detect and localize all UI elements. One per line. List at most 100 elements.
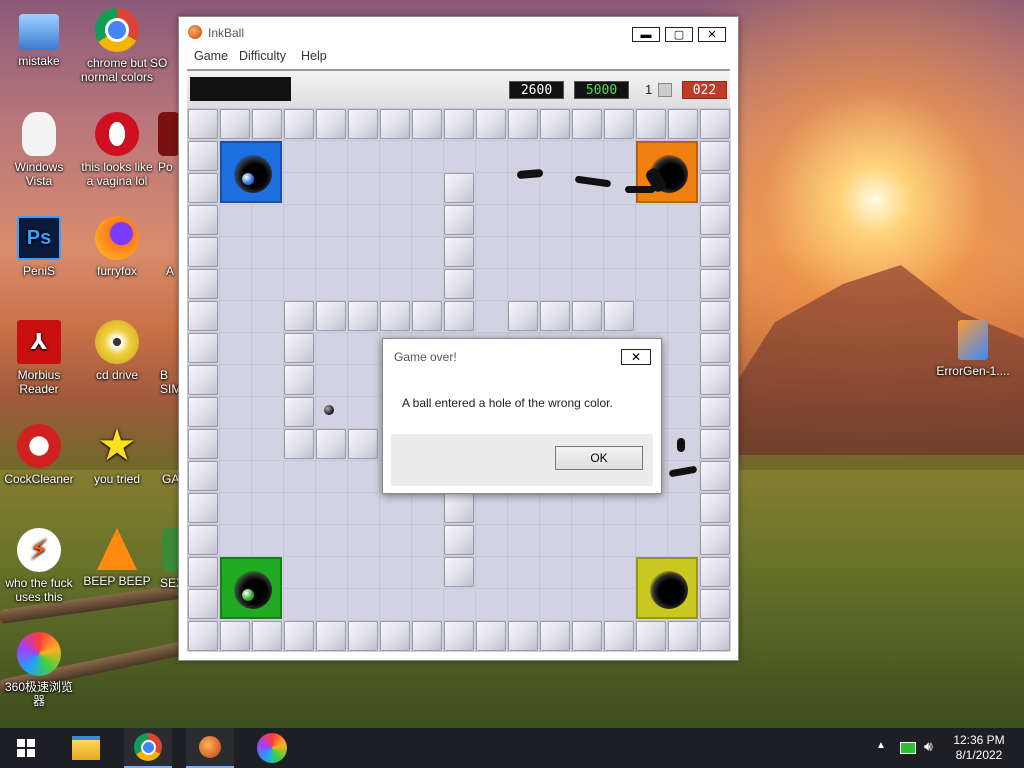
wall-tile xyxy=(476,109,506,139)
game-over-dialog[interactable]: Game over! ✕ A ball entered a hole of th… xyxy=(382,338,662,494)
browser-360-icon xyxy=(17,632,61,676)
menu-difficulty[interactable]: Difficulty xyxy=(239,49,286,63)
wall-tile xyxy=(188,365,218,395)
start-button[interactable] xyxy=(2,728,50,768)
dialog-close-button[interactable]: ✕ xyxy=(621,349,651,365)
wall-tile xyxy=(572,301,602,331)
wall-tile xyxy=(700,493,730,523)
firefox-icon xyxy=(95,216,139,260)
inkball-icon xyxy=(188,25,202,39)
window-titlebar[interactable]: InkBall ▬ ▢ ✕ xyxy=(179,17,738,47)
tray-chevron-icon[interactable]: ▲ xyxy=(876,740,886,751)
timer-display: 022 xyxy=(682,81,727,99)
wall-tile xyxy=(284,621,314,651)
hole-pit xyxy=(234,155,272,193)
wall-tile xyxy=(380,621,410,651)
ink-stroke xyxy=(625,186,655,193)
desktop-icon-so[interactable]: SO xyxy=(150,8,180,70)
wall-tile xyxy=(604,621,634,651)
wall-tile xyxy=(700,173,730,203)
desktop-icon-360-browser[interactable]: 360极速浏览器 xyxy=(0,632,78,708)
wall-tile xyxy=(444,557,474,587)
wall-tile xyxy=(700,557,730,587)
wall-tile xyxy=(348,301,378,331)
photoshop-icon: Ps xyxy=(17,216,61,260)
wall-tile xyxy=(348,109,378,139)
taskbar-360-browser[interactable] xyxy=(248,728,296,768)
desktop-icon-po[interactable]: Po xyxy=(158,112,180,174)
yellow-hole xyxy=(636,557,698,619)
taskbar-file-explorer[interactable] xyxy=(62,728,110,768)
desktop-icon-label: Morbius Reader xyxy=(17,368,61,396)
wall-tile xyxy=(284,397,314,427)
maximize-button[interactable]: ▢ xyxy=(665,27,693,42)
chrome-icon xyxy=(134,733,162,761)
wall-tile xyxy=(700,141,730,171)
wall-tile xyxy=(380,109,410,139)
wall-tile xyxy=(188,589,218,619)
hole-pit xyxy=(650,571,688,609)
desktop-icon-furryfox[interactable]: furryfox xyxy=(78,216,156,278)
volume-icon[interactable]: 🔊︎ xyxy=(924,738,933,755)
desktop-icon-beep-beep[interactable]: BEEP BEEP xyxy=(78,528,156,588)
ccleaner-icon xyxy=(17,424,61,468)
wall-tile xyxy=(284,109,314,139)
chrome-icon xyxy=(95,8,139,52)
start-icon xyxy=(17,739,35,757)
menu-game[interactable]: Game xyxy=(194,49,228,63)
battery-icon[interactable] xyxy=(900,742,916,754)
taskbar-inkball[interactable] xyxy=(186,728,234,768)
wall-tile xyxy=(284,365,314,395)
minimize-button[interactable]: ▬ xyxy=(632,27,660,42)
wall-tile xyxy=(188,397,218,427)
score-display: 2600 xyxy=(509,81,564,99)
desktop-icon-errorgen[interactable]: ErrorGen-1.... xyxy=(934,320,1012,378)
wall-tile xyxy=(188,621,218,651)
wall-tile xyxy=(636,621,666,651)
desktop-icon-label: SO xyxy=(150,56,168,70)
desktop-icon-who-uses-this[interactable]: ⚡ who the fuck uses this xyxy=(0,528,78,604)
star-icon: ★ xyxy=(97,421,137,470)
wall-tile xyxy=(700,429,730,459)
desktop-icon-mistake[interactable]: mistake xyxy=(0,8,78,68)
menu-help[interactable]: Help xyxy=(301,49,327,63)
wall-tile xyxy=(476,621,506,651)
wall-tile xyxy=(220,621,250,651)
desktop-icon-label: furryfox xyxy=(96,264,137,278)
score-bar: 2600 5000 1 022 xyxy=(187,69,730,111)
desktop-icon-label: Po xyxy=(158,160,173,174)
opera-icon xyxy=(95,112,139,156)
wall-tile xyxy=(316,429,346,459)
wall-tile xyxy=(188,557,218,587)
wall-tile xyxy=(188,205,218,235)
desktop-icon-penis[interactable]: Ps PeniS xyxy=(0,216,78,278)
wall-tile xyxy=(188,429,218,459)
desktop-icon-cd-drive[interactable]: cd drive xyxy=(78,320,156,382)
wall-tile xyxy=(284,429,314,459)
wall-tile xyxy=(700,237,730,267)
dialog-title: Game over! xyxy=(394,350,457,364)
desktop-icon-opera[interactable]: this looks like a vagina lol xyxy=(78,112,156,188)
desktop-icon-windows-vista[interactable]: Windows Vista xyxy=(0,112,78,188)
cd-drive-icon xyxy=(95,320,139,364)
desktop-icon-label: you tried xyxy=(93,472,141,486)
wall-tile xyxy=(252,621,282,651)
desktop-icon-label: chrome but normal colors xyxy=(80,56,154,84)
wall-tile xyxy=(444,205,474,235)
wall-tile xyxy=(700,365,730,395)
wall-tile xyxy=(348,429,378,459)
desktop-icon-cockcleaner[interactable]: CockCleaner xyxy=(0,424,78,486)
taskbar-clock[interactable]: 12:36 PM 8/1/2022 xyxy=(944,733,1014,763)
taskbar-chrome[interactable] xyxy=(124,728,172,768)
wall-tile xyxy=(188,333,218,363)
wall-tile xyxy=(188,269,218,299)
wall-tile xyxy=(444,109,474,139)
wall-tile xyxy=(444,525,474,555)
desktop-icon-chrome[interactable]: chrome but normal colors xyxy=(78,8,156,84)
close-button[interactable]: ✕ xyxy=(698,27,726,42)
ok-button[interactable]: OK xyxy=(555,446,643,470)
desktop-icon-morbius-reader[interactable]: ⅄ Morbius Reader xyxy=(0,320,78,396)
inkball-icon xyxy=(199,736,221,758)
desktop-icon-you-tried[interactable]: ★ you tried xyxy=(78,421,156,487)
desktop-icon-label: Windows Vista xyxy=(14,160,64,188)
